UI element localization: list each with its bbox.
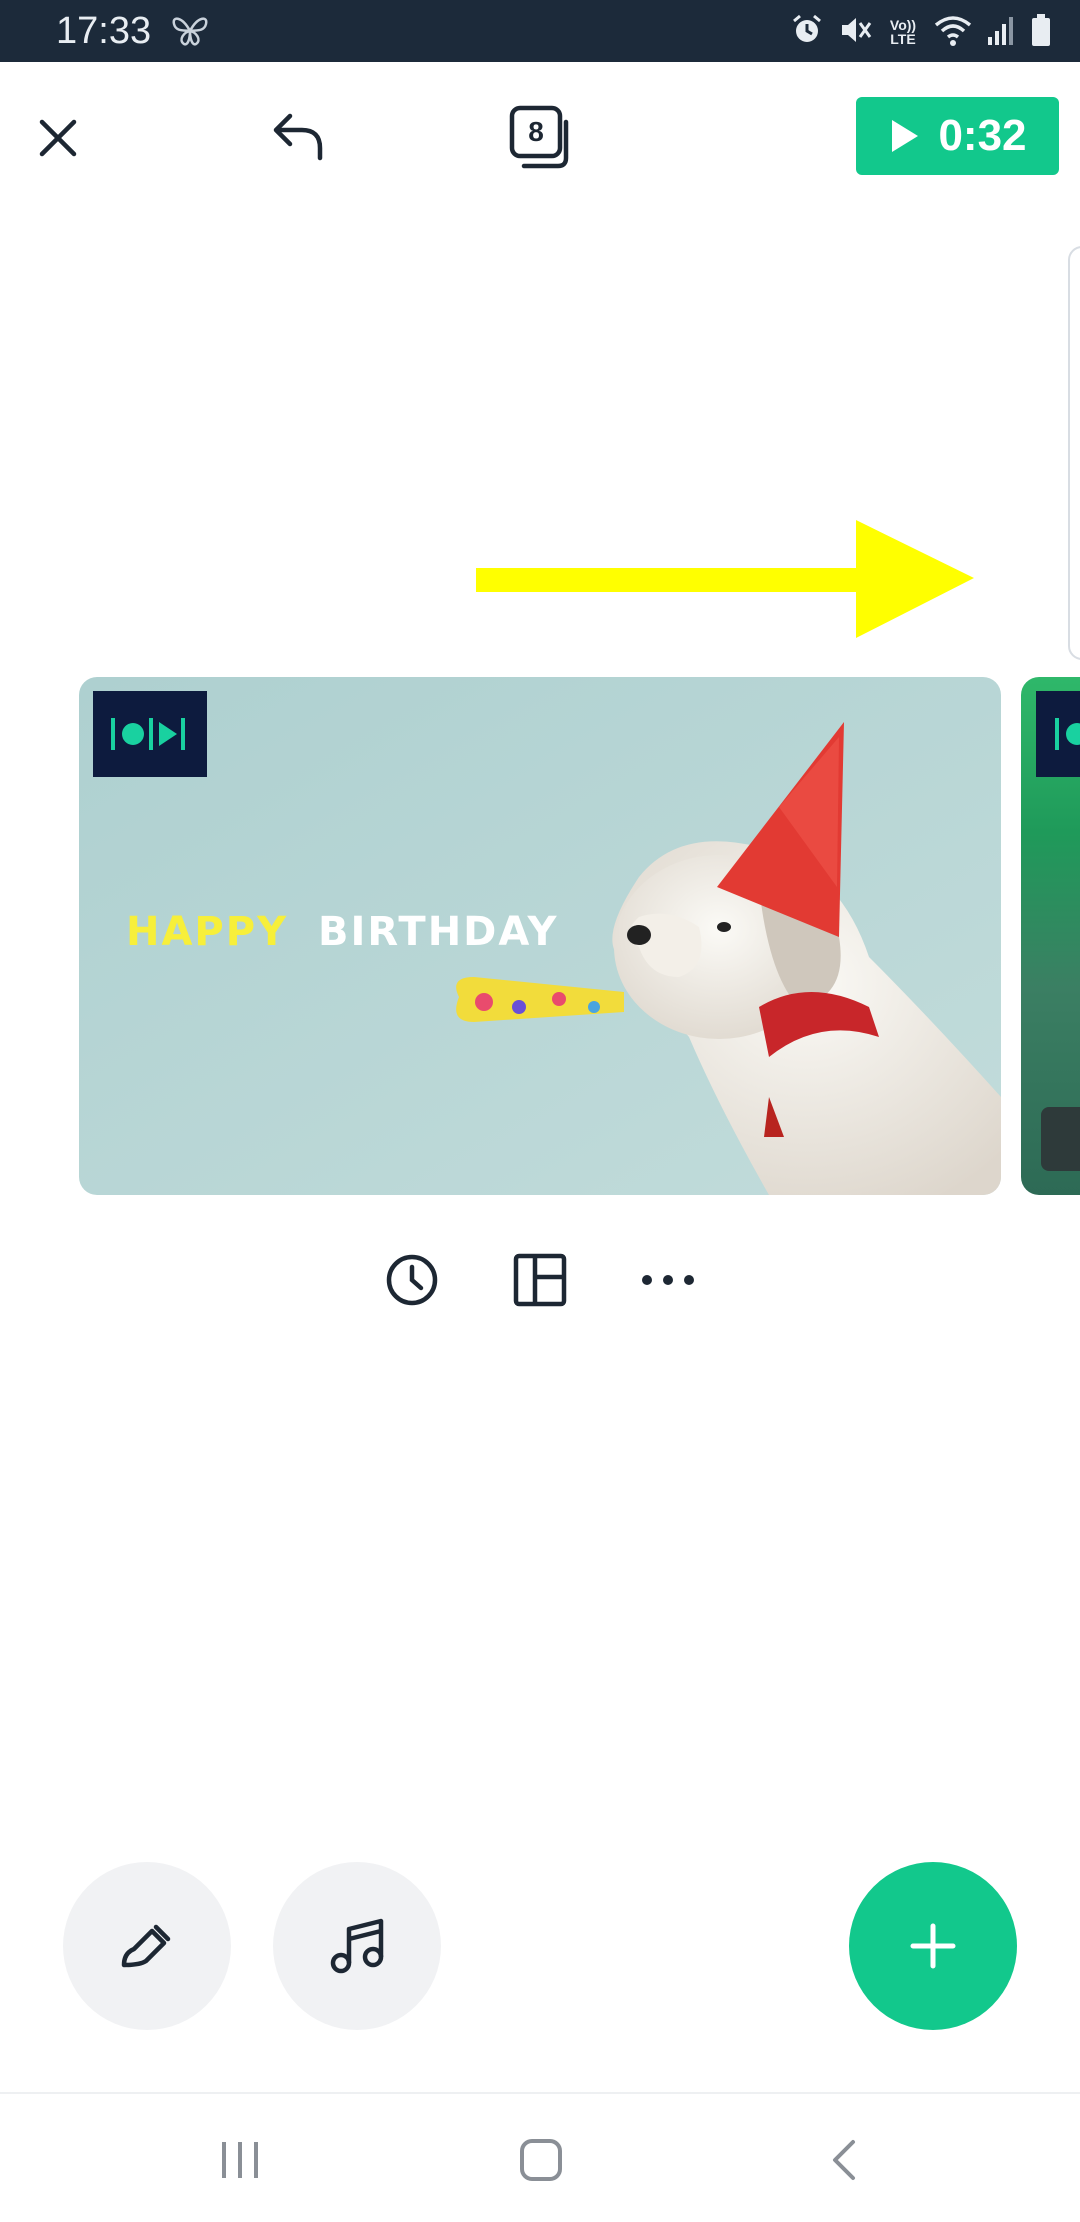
add-icon xyxy=(910,1923,956,1969)
recent-apps-button[interactable] xyxy=(210,2130,270,2190)
wifi-icon xyxy=(934,13,972,52)
slide-birthday[interactable]: HAPPY BIRTHDAY xyxy=(79,677,1001,1195)
status-time: 17:33 xyxy=(56,10,152,52)
music-button[interactable] xyxy=(273,1862,441,2030)
status-bar: 17:33 Vo)) LTE xyxy=(0,0,1080,62)
more-options-button[interactable] xyxy=(636,1248,700,1312)
brush-icon xyxy=(121,1924,171,1968)
side-panel-edge[interactable] xyxy=(1068,246,1080,660)
volte-icon: Vo)) LTE xyxy=(889,17,917,47)
close-icon xyxy=(39,119,77,157)
status-icons: Vo)) LTE xyxy=(790,12,1052,52)
butterfly-icon xyxy=(170,14,210,53)
undo-icon xyxy=(273,113,323,161)
clock-icon xyxy=(386,1254,438,1306)
slide-next-badge xyxy=(1041,1107,1080,1171)
play-preview-button[interactable]: 0:32 xyxy=(856,97,1059,175)
duration-button[interactable] xyxy=(380,1248,444,1312)
slides-count: 8 xyxy=(528,116,544,147)
recent-apps-icon xyxy=(222,2142,258,2178)
media-logo-icon xyxy=(1055,718,1080,750)
play-duration: 0:32 xyxy=(938,111,1027,160)
play-icon xyxy=(892,120,919,152)
more-icon xyxy=(642,1275,694,1285)
arrow-annotation-icon xyxy=(476,518,976,645)
undo-button[interactable] xyxy=(266,104,330,168)
layout-icon xyxy=(513,1253,567,1307)
slide-next-logo xyxy=(1036,691,1080,777)
battery-icon xyxy=(1030,13,1052,52)
back-icon xyxy=(833,2140,855,2180)
slides-count-button[interactable]: 8 xyxy=(500,100,580,174)
alarm-icon xyxy=(790,13,824,52)
slide-logo xyxy=(93,691,207,777)
mute-icon xyxy=(838,13,872,52)
signal-icon xyxy=(986,13,1016,52)
slide-headline: HAPPY BIRTHDAY xyxy=(126,909,558,955)
back-button[interactable] xyxy=(814,2130,874,2190)
media-logo-icon xyxy=(111,718,185,750)
slide-actions xyxy=(380,1248,700,1312)
headline-happy: HAPPY xyxy=(126,909,289,955)
headline-birthday: BIRTHDAY xyxy=(318,909,559,955)
theme-button[interactable] xyxy=(63,1862,231,2030)
home-button[interactable] xyxy=(511,2130,571,2190)
home-icon xyxy=(520,2139,562,2181)
music-icon xyxy=(330,1918,384,1974)
layout-button[interactable] xyxy=(508,1248,572,1312)
slide-next[interactable] xyxy=(1021,677,1080,1195)
close-button[interactable] xyxy=(26,106,90,170)
add-slide-button[interactable] xyxy=(849,1862,1017,2030)
